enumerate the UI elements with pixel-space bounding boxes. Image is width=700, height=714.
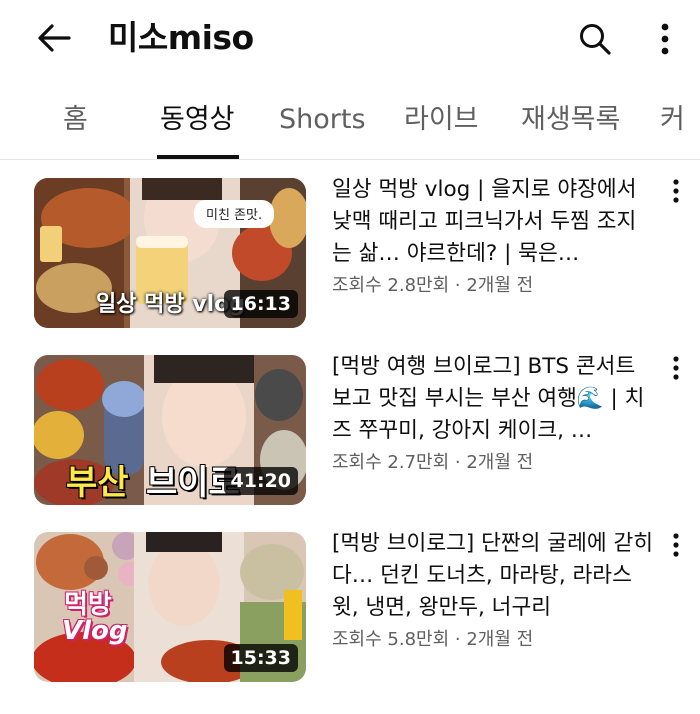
back-button[interactable] <box>30 18 78 58</box>
video-thumbnail[interactable]: 부산 브이로 41:20 <box>34 355 306 505</box>
video-meta: [먹방 여행 브이로그] BTS 콘서트 보고 맛집 부시는 부산 여행🌊 | … <box>332 351 654 477</box>
view-count: 조회수 2.8만회 <box>332 275 450 296</box>
video-thumbnail[interactable]: 먹방 Vlog 15:33 <box>34 532 306 682</box>
channel-tabs: 홈 동영상 Shorts 라이브 재생목록 커 <box>0 80 700 160</box>
video-meta: [먹방 브이로그] 단짠의 굴레에 갇히다… 던킨 도너츠, 마라탕, 라라스윗… <box>332 528 654 654</box>
meta-separator: · <box>449 275 467 296</box>
search-icon <box>580 24 611 55</box>
tab-playlists[interactable]: 재생목록 <box>521 100 620 140</box>
upload-age: 2개월 전 <box>466 629 534 650</box>
thumbnail-caption-a: 부산 <box>66 463 129 503</box>
tab-videos[interactable]: 동영상 <box>160 100 235 140</box>
video-title[interactable]: [먹방 브이로그] 단짠의 굴레에 갇히다… 던킨 도너츠, 마라탕, 라라스윗… <box>332 528 654 624</box>
video-duration: 41:20 <box>223 467 298 495</box>
video-title[interactable]: [먹방 여행 브이로그] BTS 콘서트 보고 맛집 부시는 부산 여행🌊 | … <box>332 351 654 447</box>
view-count: 조회수 2.7만회 <box>332 452 450 473</box>
video-meta: 일상 먹방 vlog | 을지로 야장에서 낮맥 때리고 피크닉가서 두찜 조지… <box>332 174 654 300</box>
video-more-button[interactable] <box>664 178 688 218</box>
video-stats: 조회수 2.8만회 · 2개월 전 <box>332 272 654 300</box>
video-duration: 16:13 <box>223 290 298 318</box>
more-vert-icon <box>673 533 679 557</box>
video-stats: 조회수 2.7만회 · 2개월 전 <box>332 449 654 477</box>
more-vert-icon <box>661 23 669 55</box>
video-stats: 조회수 5.8만회 · 2개월 전 <box>332 626 654 654</box>
video-thumbnail[interactable]: 미친 존맛. 일상 먹방 vlog 16:13 <box>34 178 306 328</box>
tab-live[interactable]: 라이브 <box>404 100 479 140</box>
tab-shorts[interactable]: Shorts <box>279 100 366 140</box>
video-list-item[interactable]: 먹방 Vlog 15:33 [먹방 브이로그] 단짠의 굴레에 갇히다… 던킨 … <box>0 531 700 692</box>
meta-separator: · <box>449 452 467 473</box>
video-title[interactable]: 일상 먹방 vlog | 을지로 야장에서 낮맥 때리고 피크닉가서 두찜 조지… <box>332 174 654 270</box>
tab-home[interactable]: 홈 <box>63 100 88 140</box>
view-count: 조회수 5.8만회 <box>332 629 450 650</box>
video-duration: 15:33 <box>223 644 298 672</box>
thumbnail-caption: 일상 먹방 vlog <box>96 292 246 317</box>
top-app-bar: 미소miso <box>0 0 700 78</box>
video-more-button[interactable] <box>664 355 688 395</box>
search-button[interactable] <box>572 16 618 62</box>
back-arrow-icon <box>38 24 71 52</box>
thumbnail-caption-b: Vlog <box>62 616 128 646</box>
video-list-item[interactable]: 부산 브이로 41:20 [먹방 여행 브이로그] BTS 콘서트 보고 맛집 … <box>0 354 700 515</box>
more-vert-icon <box>673 356 679 380</box>
video-list-item[interactable]: 미친 존맛. 일상 먹방 vlog 16:13 일상 먹방 vlog | 을지로… <box>0 177 700 338</box>
active-tab-indicator <box>157 155 239 159</box>
more-options-button[interactable] <box>646 16 684 62</box>
meta-separator: · <box>449 629 467 650</box>
upload-age: 2개월 전 <box>466 452 534 473</box>
more-vert-icon <box>673 179 679 203</box>
tab-community[interactable]: 커 <box>660 100 685 140</box>
thumbnail-bubble-text: 미친 존맛. <box>206 208 263 223</box>
upload-age: 2개월 전 <box>466 275 534 296</box>
video-more-button[interactable] <box>664 532 688 572</box>
channel-title: 미소miso <box>108 18 254 57</box>
